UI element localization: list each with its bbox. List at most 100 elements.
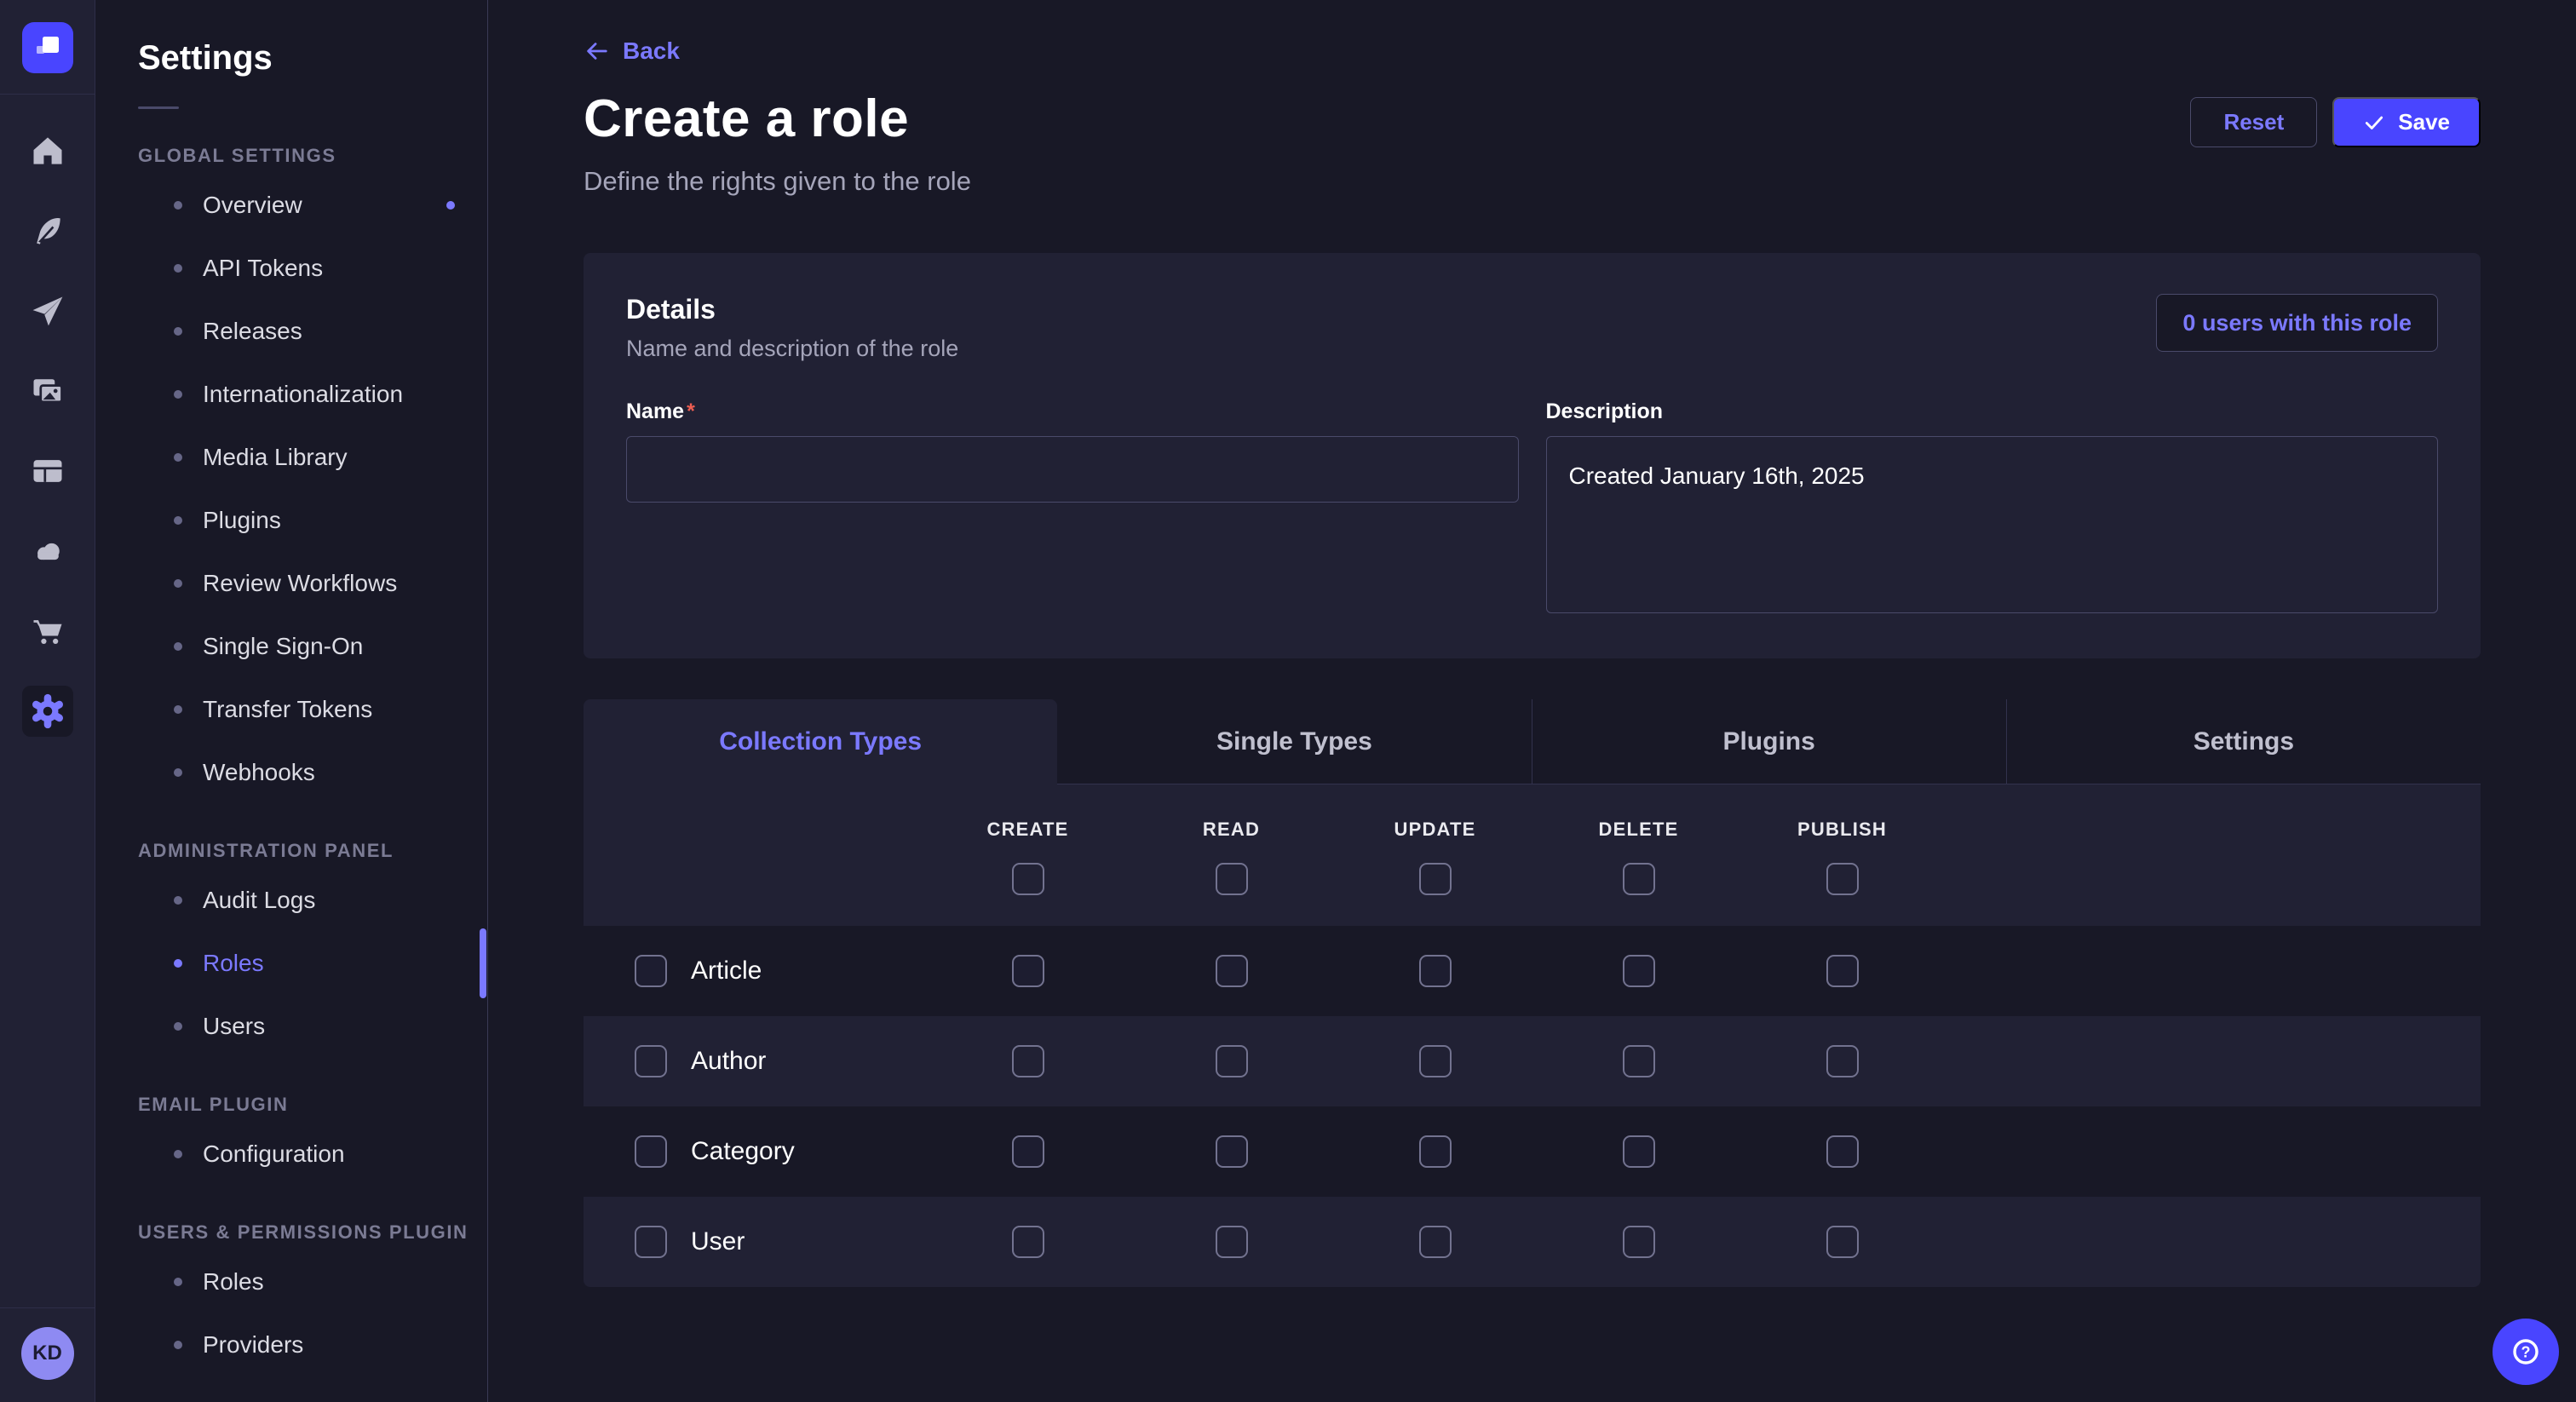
sidebar-item-overview[interactable]: Overview (95, 174, 487, 237)
checkbox-select-all-publish[interactable] (1826, 863, 1859, 895)
tab-plugins[interactable]: Plugins (1532, 699, 2006, 784)
checkbox-article-read[interactable] (1216, 955, 1248, 987)
row-label: Category (691, 1137, 795, 1166)
paper-plane-icon[interactable] (22, 285, 73, 336)
sidebar-item-providers[interactable]: Providers (95, 1313, 487, 1376)
section-label: USERS & PERMISSIONS PLUGIN (138, 1221, 487, 1244)
sidebar-item-media-library[interactable]: Media Library (95, 426, 487, 489)
users-with-role-button[interactable]: 0 users with this role (2156, 294, 2438, 352)
back-label: Back (623, 37, 680, 65)
table-row-article: Article (584, 926, 2481, 1016)
subnav-title: Settings (138, 39, 487, 78)
sidebar-item-review-workflows[interactable]: Review Workflows (95, 552, 487, 615)
arrow-left-icon (584, 38, 609, 64)
avatar[interactable]: KD (21, 1327, 74, 1380)
layout-icon[interactable] (22, 445, 73, 497)
sidebar-item-api-tokens[interactable]: API Tokens (95, 237, 487, 300)
checkbox-user-delete[interactable] (1623, 1226, 1655, 1258)
bullet-icon (174, 453, 182, 462)
checkbox-article-create[interactable] (1012, 955, 1044, 987)
sidebar-item-roles-admin[interactable]: Roles (95, 932, 487, 995)
bullet-icon (174, 1022, 182, 1031)
sidebar-item-label: API Tokens (203, 255, 323, 282)
reset-button[interactable]: Reset (2190, 97, 2317, 147)
bullet-icon (174, 1341, 182, 1349)
table-row-category: Category (584, 1106, 2481, 1197)
bullet-icon (174, 201, 182, 210)
checkbox-article-update[interactable] (1419, 955, 1452, 987)
checkbox-select-all-read[interactable] (1216, 863, 1248, 895)
sidebar-item-transfer-tokens[interactable]: Transfer Tokens (95, 678, 487, 741)
subnav-scrollbar[interactable] (480, 928, 486, 998)
permissions-tabs: Collection Types Single Types Plugins Se… (584, 699, 2481, 784)
sidebar-item-single-sign-on[interactable]: Single Sign-On (95, 615, 487, 678)
description-field-group: Description Created January 16th, 2025 (1546, 399, 2439, 618)
cart-icon[interactable] (22, 606, 73, 657)
checkbox-author-create[interactable] (1012, 1045, 1044, 1077)
bullet-icon (174, 1278, 182, 1286)
help-button[interactable]: ? (2493, 1319, 2559, 1385)
tab-collection-types[interactable]: Collection Types (584, 699, 1057, 784)
checkbox-user-update[interactable] (1419, 1226, 1452, 1258)
name-label-text: Name (626, 399, 684, 423)
images-icon[interactable] (22, 365, 73, 417)
feather-icon[interactable] (22, 205, 73, 256)
section-administration-panel: ADMINISTRATION PANEL Audit Logs Roles Us… (95, 840, 487, 1058)
bullet-icon (174, 705, 182, 714)
column-header-update: Update (1394, 819, 1475, 841)
checkbox-article-delete[interactable] (1623, 955, 1655, 987)
tab-single-types[interactable]: Single Types (1057, 699, 1531, 784)
sidebar-item-configuration[interactable]: Configuration (95, 1123, 487, 1186)
sidebar-item-audit-logs[interactable]: Audit Logs (95, 869, 487, 932)
bullet-icon (174, 327, 182, 336)
home-icon[interactable] (22, 125, 73, 176)
checkbox-user-publish[interactable] (1826, 1226, 1859, 1258)
checkbox-author-read[interactable] (1216, 1045, 1248, 1077)
checkbox-author-publish[interactable] (1826, 1045, 1859, 1077)
sidebar-item-users[interactable]: Users (95, 995, 487, 1058)
tab-settings[interactable]: Settings (2006, 699, 2481, 784)
strapi-logo-icon (32, 32, 63, 63)
sidebar-item-label: Single Sign-On (203, 633, 363, 660)
name-label: Name* (626, 399, 1519, 424)
checkbox-user-read[interactable] (1216, 1226, 1248, 1258)
checkbox-article-publish[interactable] (1826, 955, 1859, 987)
sidebar-item-label: Overview (203, 192, 302, 219)
sidebar-item-roles-up[interactable]: Roles (95, 1250, 487, 1313)
gear-icon[interactable] (22, 686, 73, 737)
bullet-icon (174, 959, 182, 968)
sidebar-item-label: Users (203, 1013, 265, 1040)
sidebar-item-webhooks[interactable]: Webhooks (95, 741, 487, 804)
checkbox-select-all-create[interactable] (1012, 863, 1044, 895)
checkbox-user-create[interactable] (1012, 1226, 1044, 1258)
bullet-icon (174, 1150, 182, 1158)
checkbox-category-read[interactable] (1216, 1135, 1248, 1168)
checkbox-category-delete[interactable] (1623, 1135, 1655, 1168)
checkbox-select-all-delete[interactable] (1623, 863, 1655, 895)
column-header-read: Read (1203, 819, 1260, 841)
row-label: Author (691, 1047, 766, 1076)
strapi-logo[interactable] (22, 22, 73, 73)
description-textarea[interactable]: Created January 16th, 2025 (1546, 436, 2439, 613)
checkbox-select-all-update[interactable] (1419, 863, 1452, 895)
notification-dot-icon (446, 201, 455, 210)
rail-divider (0, 94, 95, 95)
checkbox-author-all[interactable] (635, 1045, 667, 1077)
table-row-author: Author (584, 1016, 2481, 1106)
checkbox-category-create[interactable] (1012, 1135, 1044, 1168)
sidebar-item-plugins[interactable]: Plugins (95, 489, 487, 552)
name-input[interactable] (626, 436, 1519, 503)
sidebar-item-releases[interactable]: Releases (95, 300, 487, 363)
cloud-icon[interactable] (22, 526, 73, 577)
save-button[interactable]: Save (2332, 97, 2481, 147)
checkbox-author-update[interactable] (1419, 1045, 1452, 1077)
sidebar-item-internationalization[interactable]: Internationalization (95, 363, 487, 426)
checkbox-author-delete[interactable] (1623, 1045, 1655, 1077)
checkbox-category-update[interactable] (1419, 1135, 1452, 1168)
checkbox-category-publish[interactable] (1826, 1135, 1859, 1168)
checkbox-category-all[interactable] (635, 1135, 667, 1168)
checkbox-user-all[interactable] (635, 1226, 667, 1258)
checkbox-article-all[interactable] (635, 955, 667, 987)
permissions-table: Create Read Update Delete Publish (584, 784, 2481, 1287)
back-link[interactable]: Back (584, 37, 680, 65)
